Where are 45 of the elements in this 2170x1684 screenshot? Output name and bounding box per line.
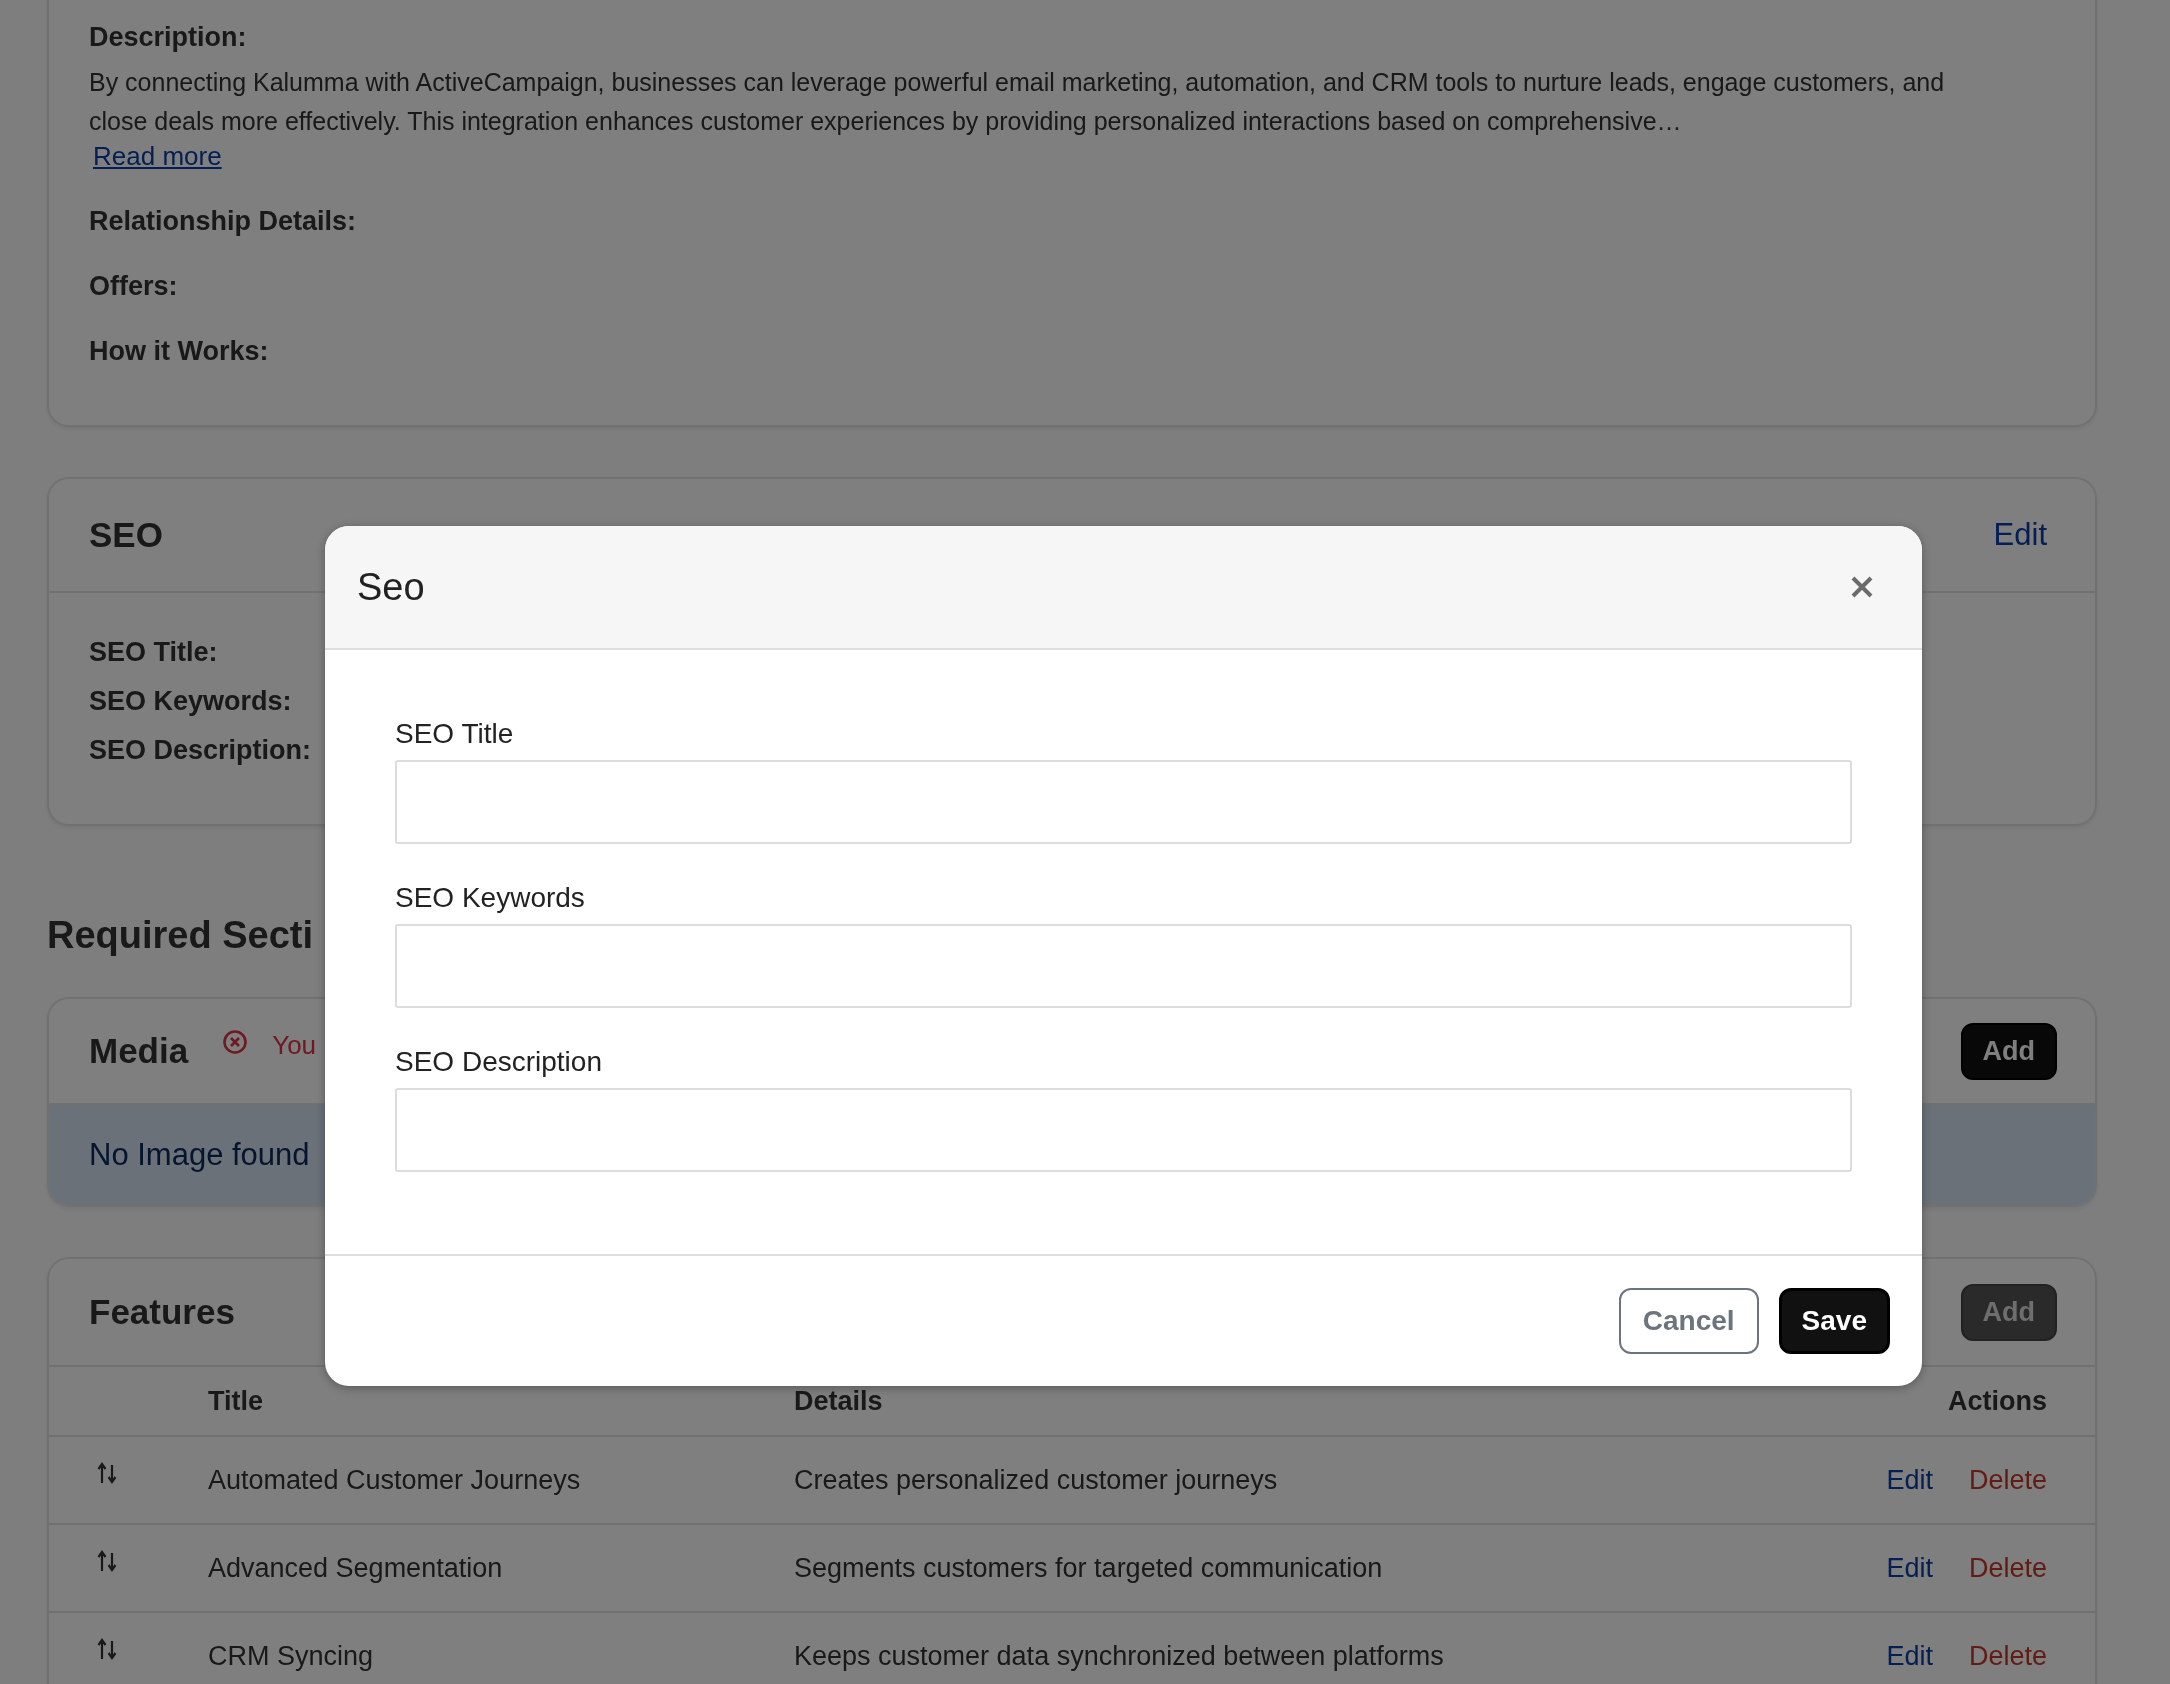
field-label: SEO Title (395, 718, 514, 750)
column-header: Title (208, 1385, 264, 1417)
error-message: You (272, 1029, 317, 1061)
edit-link[interactable]: Edit (1886, 1552, 1933, 1584)
field-label: SEO Description (395, 1046, 602, 1078)
input-field[interactable] (395, 924, 1852, 1008)
edit-link[interactable]: Edit (1993, 517, 2047, 553)
sort-arrows-icon[interactable] (97, 1461, 117, 1485)
column-header: Details (794, 1385, 884, 1417)
card-title: Features (89, 1292, 235, 1332)
table-cell-text: Keeps customer data synchronized between platforms (794, 1640, 1445, 1672)
card-title: SEO (89, 515, 163, 555)
save-button[interactable]: Save (1778, 1288, 1890, 1354)
table-cell-text: Creates personalized customer journeys (794, 1464, 1279, 1496)
table-cell-text: Segments customers for targeted communication (794, 1552, 1384, 1584)
delete-link[interactable]: Delete (1968, 1552, 2047, 1584)
field-label: Offers: (89, 271, 178, 302)
add-button[interactable]: Add (1960, 1022, 2057, 1080)
sort-arrows-icon[interactable] (97, 1549, 117, 1573)
input-field[interactable] (395, 1088, 1852, 1172)
delete-link[interactable]: Delete (1968, 1640, 2047, 1672)
column-header: Actions (1948, 1385, 2048, 1417)
field-label: How it Works: (89, 336, 269, 367)
modal-title: Seo (357, 565, 425, 609)
card-title: Media (89, 1031, 189, 1071)
error-icon (222, 1029, 249, 1055)
edit-link[interactable]: Edit (1886, 1464, 1933, 1496)
close-icon[interactable] (1850, 575, 1874, 599)
table-cell-text: CRM Syncing (208, 1640, 375, 1672)
cancel-button[interactable]: Cancel (1618, 1288, 1759, 1354)
read-more-link[interactable]: Read more (93, 141, 222, 172)
field-label: Relationship Details: (89, 206, 357, 237)
input-field[interactable] (395, 760, 1852, 844)
table-cell-text: Advanced Segmentation (208, 1552, 504, 1584)
description-text: By connecting Kalumma with ActiveCampaign, businesses can leverage powerful email marketing, automation, and CRM tools to nurture leads, engage customers, and close deals more effectively. This integration enhances customer experiences by providing personalized interactions based on comprehensive… (89, 67, 1946, 137)
edit-link[interactable]: Edit (1886, 1640, 1933, 1672)
delete-link[interactable]: Delete (1968, 1464, 2047, 1496)
field-label: Description: (89, 22, 247, 53)
sort-arrows-icon[interactable] (97, 1637, 117, 1661)
field-label: SEO Description: (89, 735, 312, 766)
field-label: SEO Keywords (395, 882, 585, 914)
field-label: SEO Keywords: (89, 686, 292, 717)
section-heading: Required Secti (47, 914, 314, 957)
field-label: SEO Title: (89, 637, 218, 668)
table-cell-text: Automated Customer Journeys (208, 1464, 582, 1496)
